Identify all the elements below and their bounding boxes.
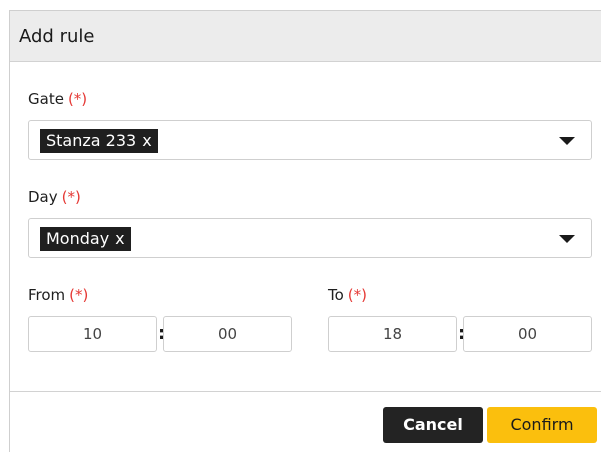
day-label-text: Day — [28, 188, 58, 206]
day-chip-remove[interactable]: x — [115, 227, 124, 251]
chevron-down-icon[interactable] — [559, 235, 575, 243]
required-marker: (*) — [69, 286, 89, 304]
to-label-text: To — [328, 286, 344, 304]
from-hours-input[interactable]: 10 — [28, 316, 157, 352]
to-hours-input[interactable]: 18 — [328, 316, 457, 352]
gate-chip-label: Stanza 233 — [46, 131, 137, 150]
gate-chip-remove[interactable]: x — [142, 129, 151, 153]
day-chip: Monday x — [40, 227, 131, 251]
required-marker: (*) — [61, 188, 81, 206]
gate-chip: Stanza 233 x — [40, 129, 158, 153]
to-label: To (*) — [328, 286, 367, 304]
chevron-down-icon[interactable] — [559, 137, 575, 145]
gate-label: Gate (*) — [28, 90, 87, 108]
dialog-title: Add rule — [19, 26, 95, 47]
add-rule-dialog: Add rule Gate (*) Stanza 233 x Day (*) Mon… — [9, 10, 601, 452]
to-minutes-input[interactable]: 00 — [463, 316, 592, 352]
cancel-button[interactable]: Cancel — [383, 407, 483, 443]
gate-label-text: Gate — [28, 90, 64, 108]
from-label: From (*) — [28, 286, 88, 304]
confirm-button[interactable]: Confirm — [487, 407, 597, 443]
from-minutes-input[interactable]: 00 — [163, 316, 292, 352]
required-marker: (*) — [67, 90, 88, 108]
day-chip-label: Monday — [46, 229, 110, 248]
gate-select[interactable]: Stanza 233 x — [28, 120, 592, 160]
from-label-text: From — [28, 286, 66, 304]
dialog-header: Add rule — [10, 11, 601, 62]
required-marker: (*) — [347, 286, 368, 304]
day-label: Day (*) — [28, 188, 81, 206]
footer-divider — [10, 391, 601, 392]
day-select[interactable]: Monday x — [28, 218, 592, 258]
